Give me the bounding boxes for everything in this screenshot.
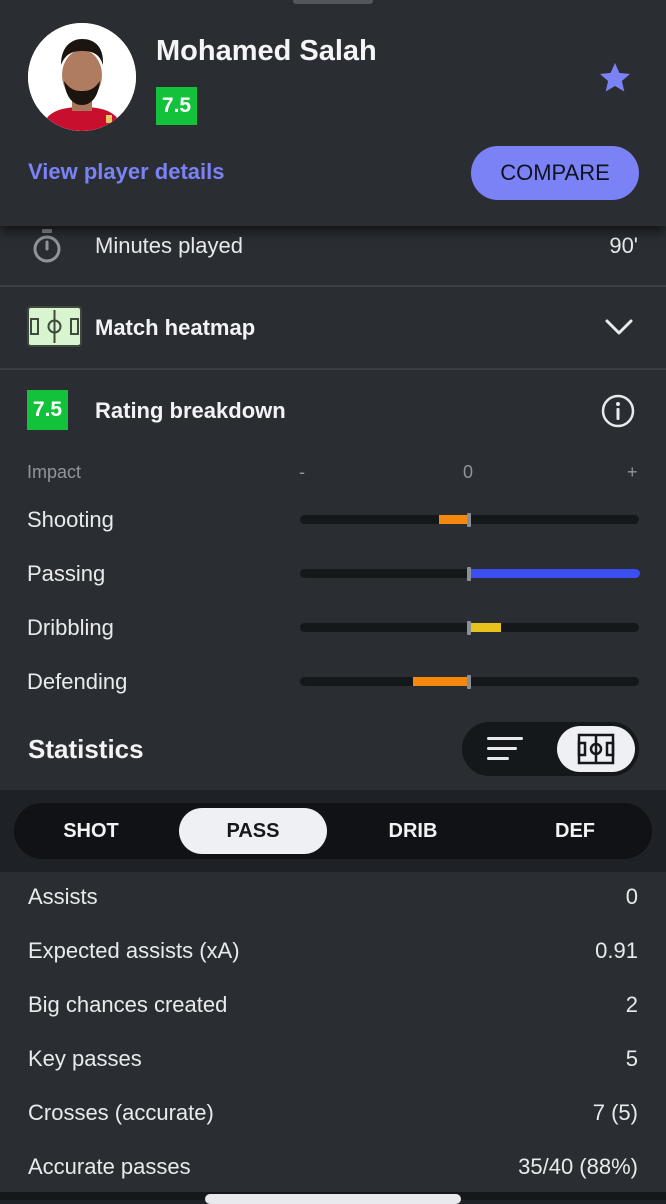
tab-shot[interactable]: SHOT [14, 803, 168, 859]
stat-label: Key passes [28, 1046, 142, 1071]
impact-row-label: Shooting [27, 507, 114, 532]
pitch-icon [27, 306, 82, 347]
impact-bar-shooting [438, 515, 469, 524]
info-icon[interactable] [601, 394, 635, 428]
statistics-title: Statistics [28, 734, 144, 764]
favorite-star-icon[interactable] [597, 60, 633, 96]
player-avatar [28, 23, 136, 131]
list-view-icon[interactable] [487, 735, 525, 763]
player-rating-badge: 7.5 [156, 87, 197, 125]
impact-bar-passing [471, 569, 640, 578]
stat-label: Accurate passes [28, 1154, 191, 1179]
impact-zero-tick [467, 513, 471, 527]
stat-label: Expected assists (xA) [28, 938, 240, 963]
statistics-list: Assists 0 Expected assists (xA) 0.91 Big… [0, 872, 666, 1200]
impact-zero-tick [467, 675, 471, 689]
stat-value: 0 [625, 884, 638, 909]
match-heatmap-label: Match heatmap [95, 315, 256, 340]
stat-row: Accurate passes 35/40 (88%) [0, 1142, 666, 1196]
home-indicator[interactable] [205, 1194, 461, 1204]
stat-row: Expected assists (xA) 0.91 [0, 926, 666, 980]
stat-label: Crosses (accurate) [28, 1100, 214, 1125]
minutes-played-label: Minutes played [95, 233, 243, 258]
impact-scale-zero: 0 [463, 462, 474, 482]
rating-breakdown-badge: 7.5 [27, 390, 68, 430]
minutes-played-row: Minutes played 90' [0, 226, 666, 286]
stat-row: Key passes 5 [0, 1034, 666, 1088]
stat-value: 35/40 (88%) [518, 1154, 638, 1179]
impact-label: Impact [27, 462, 82, 482]
stat-value: 2 [625, 992, 638, 1017]
stat-label: Big chances created [28, 992, 228, 1017]
stat-value: 5 [625, 1046, 638, 1071]
pitch-view-toggle-active[interactable] [557, 726, 635, 772]
impact-zero-tick [467, 621, 471, 635]
stat-row: Big chances created 2 [0, 980, 666, 1034]
player-header: Mohamed Salah 7.5 View player details CO… [0, 0, 666, 226]
impact-scale-plus: + [627, 462, 638, 482]
impact-row-label: Defending [27, 669, 128, 694]
stat-row: Assists 0 [0, 872, 666, 926]
drag-handle[interactable] [293, 0, 373, 4]
stat-label: Assists [28, 884, 98, 909]
tab-pass[interactable]: PASS [179, 808, 327, 854]
impact-row-label: Dribbling [27, 615, 114, 640]
pitch-view-icon [577, 733, 615, 765]
compare-button[interactable]: COMPARE [471, 146, 639, 200]
stat-value: 7 (5) [592, 1100, 638, 1125]
statistics-tabs: SHOT PASS DRIB DEF [14, 803, 652, 859]
impact-bar-defending [413, 677, 469, 686]
impact-row-label: Passing [27, 561, 106, 586]
stat-row: Crosses (accurate) 7 (5) [0, 1088, 666, 1142]
chevron-down-icon[interactable] [604, 317, 634, 337]
statistics-view-toggle[interactable] [462, 722, 639, 776]
impact-bar-dribbling [471, 623, 502, 632]
tab-drib[interactable]: DRIB [336, 803, 490, 859]
tab-def[interactable]: DEF [498, 803, 652, 859]
impact-scale-minus: - [299, 462, 305, 482]
stat-value: 0.91 [595, 938, 638, 963]
impact-zero-tick [467, 567, 471, 581]
player-name: Mohamed Salah [156, 35, 377, 67]
minutes-played-value: 90' [609, 233, 638, 258]
view-player-details-link[interactable]: View player details [28, 159, 224, 185]
match-heatmap-row[interactable]: Match heatmap [0, 287, 666, 369]
stopwatch-icon [30, 228, 64, 264]
rating-breakdown-label: Rating breakdown [95, 398, 286, 423]
